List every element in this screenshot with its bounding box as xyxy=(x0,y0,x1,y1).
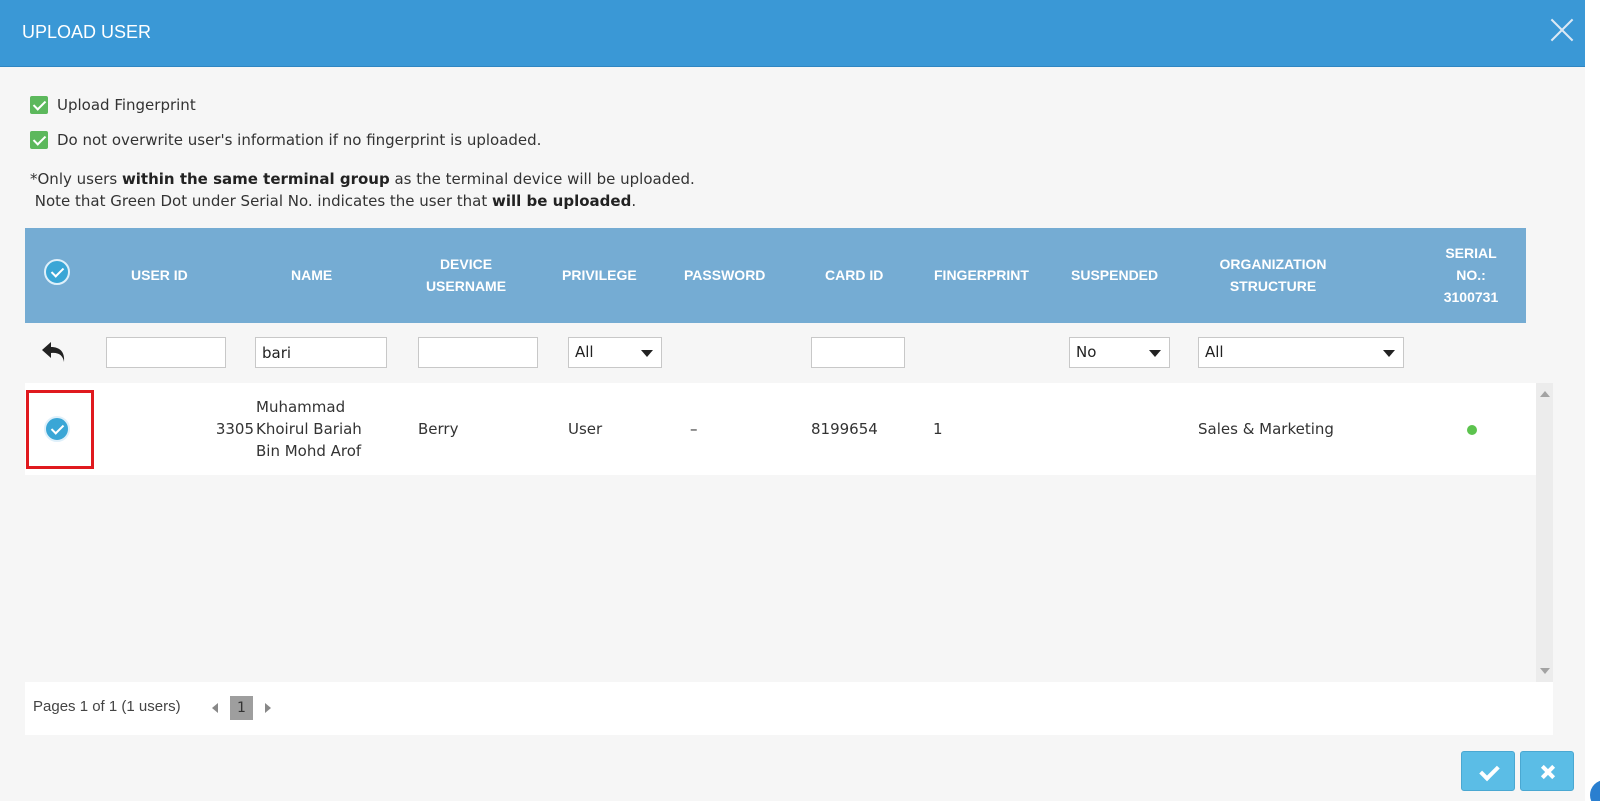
col-password[interactable]: PASSWORD xyxy=(684,264,765,286)
caret-down-icon xyxy=(1149,350,1161,357)
table-body: 3305 Muhammad Khoirul Bariah Bin Mohd Ar… xyxy=(25,383,1553,682)
cell-user-id: 3305 xyxy=(215,420,254,438)
cell-privilege: User xyxy=(568,420,603,438)
privilege-select[interactable]: All xyxy=(568,337,662,368)
dialog-title: UPLOAD USER xyxy=(22,22,152,42)
confirm-button[interactable] xyxy=(1461,751,1515,791)
checkbox-checked-icon[interactable] xyxy=(30,131,48,149)
upload-fingerprint-option[interactable]: Upload Fingerprint xyxy=(30,96,196,114)
name-filter[interactable] xyxy=(255,337,387,368)
pager-summary: Pages 1 of 1 (1 users) xyxy=(33,698,181,715)
col-card-id[interactable]: CARD ID xyxy=(825,264,883,286)
undo-icon[interactable] xyxy=(39,337,69,367)
pager: Pages 1 of 1 (1 users) 1 xyxy=(25,682,1553,735)
organization-select-value: All xyxy=(1205,343,1224,361)
suspended-select[interactable]: No xyxy=(1069,337,1170,368)
card-id-filter[interactable] xyxy=(811,337,905,368)
col-user-id[interactable]: USER ID xyxy=(131,264,188,286)
no-overwrite-option[interactable]: Do not overwrite user's information if n… xyxy=(30,131,541,149)
cell-device-username: Berry xyxy=(418,420,459,438)
scroll-down-icon[interactable] xyxy=(1540,668,1550,674)
caret-down-icon xyxy=(641,350,653,357)
green-dot-icon xyxy=(1467,425,1477,435)
suspended-select-value: No xyxy=(1076,343,1097,361)
user-id-filter[interactable] xyxy=(106,337,226,368)
table-row[interactable]: 3305 Muhammad Khoirul Bariah Bin Mohd Ar… xyxy=(25,383,1536,475)
privilege-select-value: All xyxy=(575,343,594,361)
note-line-2: Note that Green Dot under Serial No. ind… xyxy=(30,192,637,210)
col-privilege[interactable]: PRIVILEGE xyxy=(562,264,637,286)
dialog-header: UPLOAD USER xyxy=(0,0,1585,67)
col-device-username[interactable]: DEVICE USERNAME xyxy=(423,253,509,297)
col-suspended[interactable]: SUSPENDED xyxy=(1071,264,1158,286)
page-number-button[interactable]: 1 xyxy=(230,696,253,720)
col-fingerprint[interactable]: FINGERPRINT xyxy=(934,264,1029,286)
cell-organization: Sales & Marketing xyxy=(1198,420,1334,438)
organization-select[interactable]: All xyxy=(1198,337,1404,368)
cell-card-id: 8199654 xyxy=(811,420,878,438)
no-overwrite-label: Do not overwrite user's information if n… xyxy=(57,131,542,149)
select-all-checkbox[interactable] xyxy=(44,259,70,285)
table-header: USER ID NAME DEVICE USERNAME PRIVILEGE P… xyxy=(25,228,1526,323)
col-serial-no[interactable]: SERIAL NO.: 3100731 xyxy=(1431,242,1511,308)
scroll-up-icon[interactable] xyxy=(1540,391,1550,397)
cancel-button[interactable] xyxy=(1520,751,1574,791)
col-name[interactable]: NAME xyxy=(291,264,332,286)
checkbox-checked-icon[interactable] xyxy=(30,96,48,114)
upload-fingerprint-label: Upload Fingerprint xyxy=(57,96,196,114)
device-username-filter[interactable] xyxy=(418,337,538,368)
cell-name: Muhammad Khoirul Bariah Bin Mohd Arof xyxy=(256,398,362,460)
page-edge-element xyxy=(1590,780,1600,801)
note-line-1: *Only users within the same terminal gro… xyxy=(30,170,695,188)
caret-down-icon xyxy=(1383,350,1395,357)
upload-user-dialog: UPLOAD USER Upload Fingerprint Do not ov… xyxy=(0,0,1585,801)
prev-page-icon[interactable] xyxy=(212,703,218,713)
filter-row: All No All xyxy=(25,323,1553,383)
next-page-icon[interactable] xyxy=(265,703,271,713)
cell-fingerprint: 1 xyxy=(933,420,943,438)
selection-highlight-box xyxy=(26,390,94,469)
vertical-scrollbar[interactable] xyxy=(1536,383,1553,682)
close-icon[interactable] xyxy=(1547,15,1577,45)
col-organization-structure[interactable]: ORGANIZATION STRUCTURE xyxy=(1205,253,1341,297)
cell-password: – xyxy=(690,420,698,438)
